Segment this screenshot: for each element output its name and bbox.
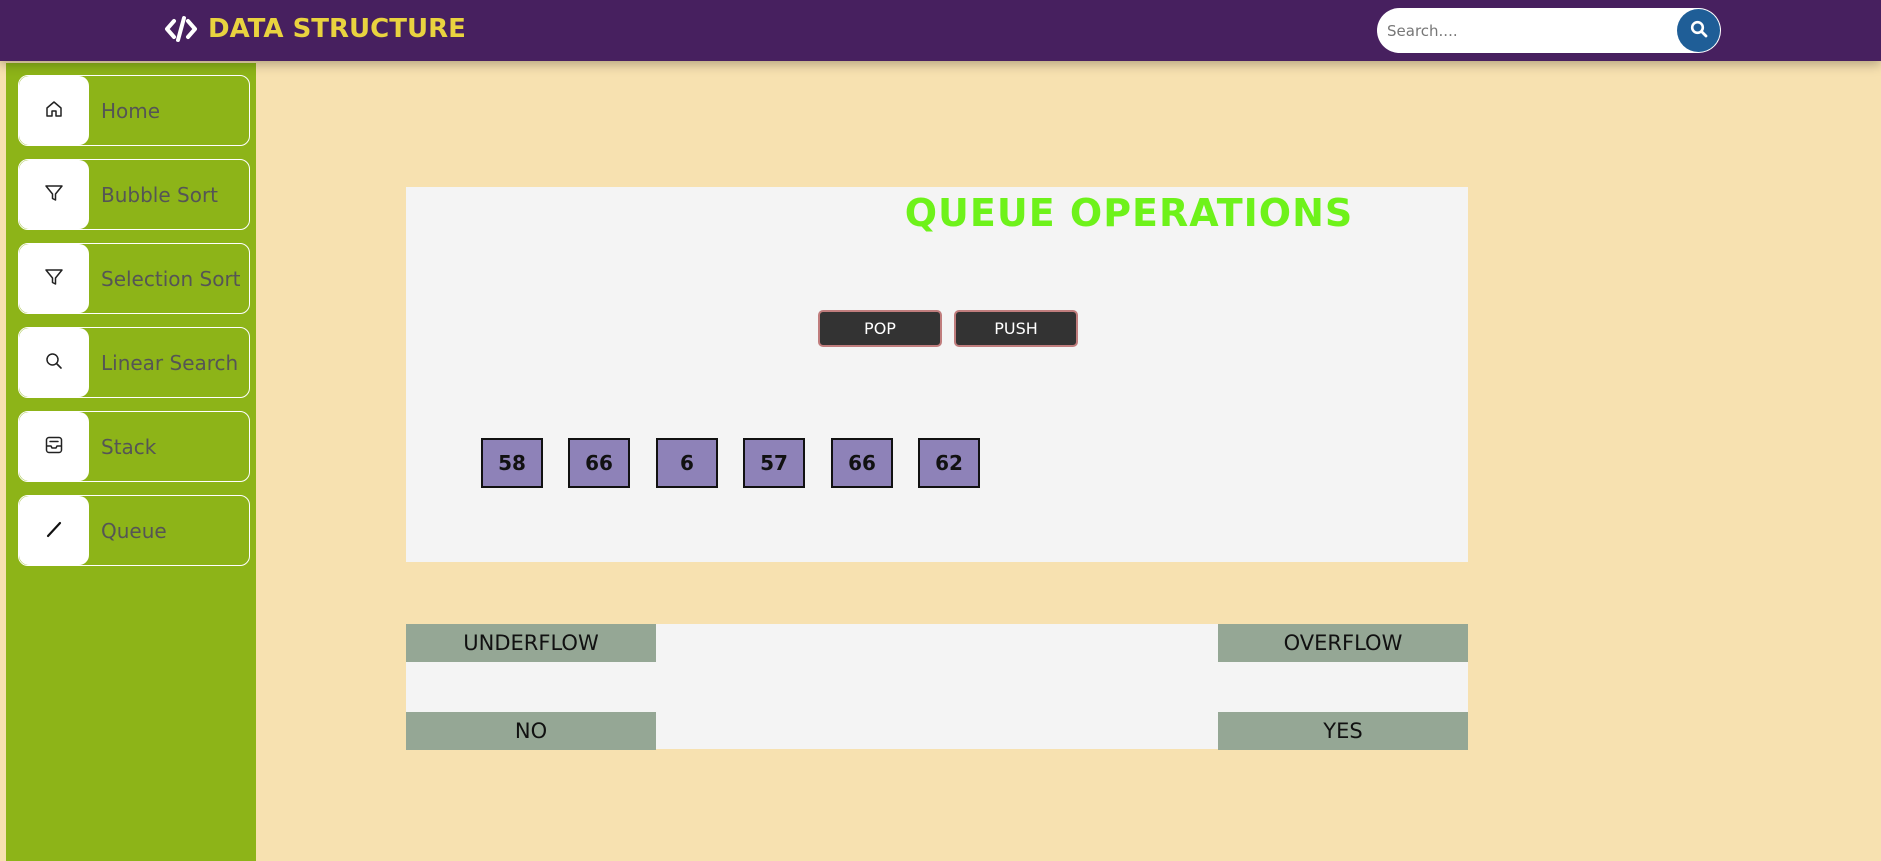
- brand-title: DATA STRUCTURE: [208, 14, 466, 44]
- sidebar-item-label: Home: [101, 98, 161, 123]
- sidebar-item-label: Queue: [101, 518, 167, 543]
- queue-element: 6: [656, 438, 718, 488]
- queue-panel: QUEUE OPERATIONS POP PUSH 58 66 6 57 66 …: [406, 187, 1468, 562]
- sidebar-item-selection-sort[interactable]: Selection Sort: [18, 243, 250, 314]
- queue-element: 66: [831, 438, 893, 488]
- brand[interactable]: DATA STRUCTURE: [164, 12, 466, 46]
- sidebar-item-linear-search[interactable]: Linear Search: [18, 327, 250, 398]
- sidebar-item-label: Selection Sort: [101, 266, 241, 291]
- top-navbar: DATA STRUCTURE: [0, 0, 1881, 61]
- search-icon: [1690, 20, 1708, 41]
- search-input[interactable]: [1387, 8, 1667, 53]
- sidebar: Home Bubble Sort Selection Sort Linear S…: [6, 63, 256, 861]
- overflow-value: YES: [1218, 712, 1468, 750]
- sidebar-item-label: Linear Search: [101, 350, 239, 375]
- queue-element: 57: [743, 438, 805, 488]
- code-icon: [164, 15, 198, 43]
- sidebar-item-label: Stack: [101, 434, 157, 459]
- inbox-icon: [44, 435, 64, 459]
- sidebar-item-bubble-sort[interactable]: Bubble Sort: [18, 159, 250, 230]
- sidebar-item-queue[interactable]: Queue: [18, 495, 250, 566]
- queue-element: 62: [918, 438, 980, 488]
- filter-icon: [44, 267, 64, 291]
- sidebar-item-stack[interactable]: Stack: [18, 411, 250, 482]
- overflow-label: OVERFLOW: [1218, 624, 1468, 662]
- queue-element: 66: [568, 438, 630, 488]
- home-icon: [44, 99, 64, 123]
- underflow-value: NO: [406, 712, 656, 750]
- sidebar-item-home[interactable]: Home: [18, 75, 250, 146]
- filter-icon: [44, 183, 64, 207]
- page-title: QUEUE OPERATIONS: [904, 191, 1354, 235]
- search-icon: [44, 351, 64, 375]
- slash-icon: [44, 519, 64, 543]
- search-button[interactable]: [1677, 9, 1720, 52]
- search-bar: [1377, 8, 1721, 53]
- underflow-label: UNDERFLOW: [406, 624, 656, 662]
- queue-element: 58: [481, 438, 543, 488]
- pop-button[interactable]: POP: [818, 310, 942, 347]
- sidebar-item-label: Bubble Sort: [101, 182, 219, 207]
- push-button[interactable]: PUSH: [954, 310, 1078, 347]
- status-panel: UNDERFLOW OVERFLOW NO YES: [406, 624, 1468, 750]
